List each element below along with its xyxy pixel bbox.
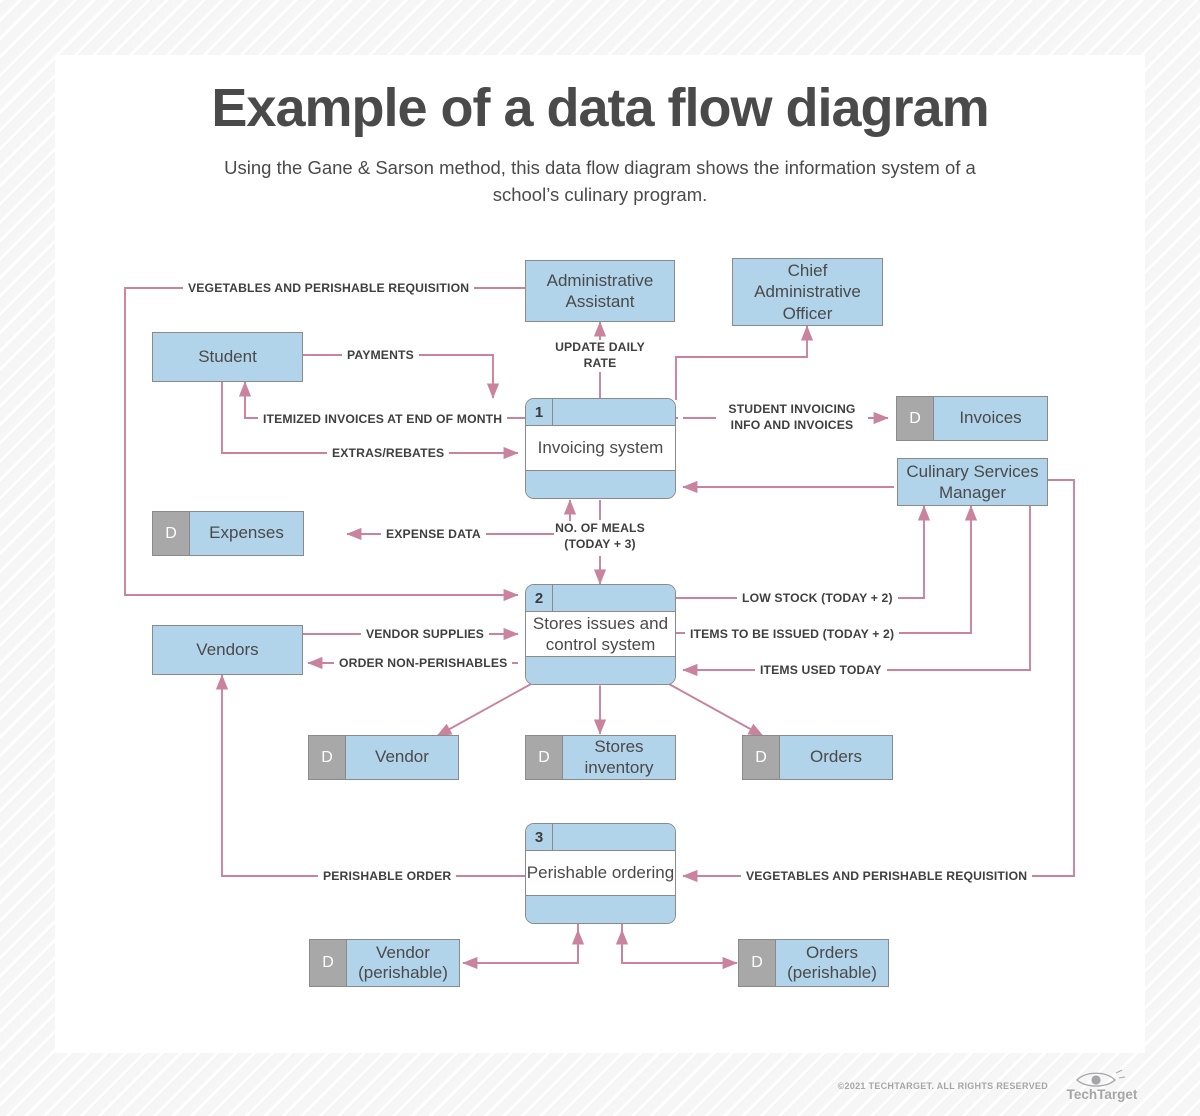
process-label: Invoicing system	[537, 438, 664, 458]
process-stores-issues-and-control-system[interactable]: 2 Stores issues and control system	[525, 584, 676, 685]
datastore-vendor[interactable]: D Vendor	[308, 735, 459, 780]
flow-label-vegetables-perishable-requisition-top: VEGETABLES AND PERISHABLE REQUISITION	[183, 281, 475, 297]
process-footer	[526, 656, 675, 684]
entity-culinary-services-manager[interactable]: Culinary Services Manager	[897, 458, 1048, 506]
process-header: 2	[526, 585, 675, 612]
entity-label: Vendors	[196, 640, 259, 660]
datastore-marker: D	[310, 940, 347, 986]
techtarget-logo: TechTarget	[1067, 1069, 1138, 1102]
process-number: 1	[526, 399, 553, 425]
process-footer	[526, 470, 675, 498]
entity-label: Administrative Assistant	[546, 270, 654, 311]
process-header: 1	[526, 399, 675, 426]
flow-label-no-of-meals: NO. OF MEALS (TODAY + 3)	[554, 521, 646, 553]
flow-label-vendor-supplies: VENDOR SUPPLIES	[361, 627, 490, 643]
datastore-label: Stores inventory	[563, 736, 675, 779]
process-number: 2	[526, 585, 553, 611]
datastore-label: Vendor	[346, 736, 458, 779]
datastore-marker: D	[526, 736, 563, 779]
flow-label-student-invoicing-info: STUDENT INVOICING INFO AND INVOICES	[716, 402, 868, 434]
flow-connectors	[124, 287, 1075, 970]
diagram-canvas: Example of a data flow diagram Using the…	[0, 0, 1200, 1116]
entity-chief-administrative-officer[interactable]: Chief Administrative Officer	[732, 258, 883, 326]
entity-student[interactable]: Student	[152, 332, 303, 382]
process-header: 3	[526, 824, 675, 851]
datastore-expenses[interactable]: D Expenses	[152, 511, 304, 556]
datastore-label: Invoices	[934, 397, 1047, 440]
flow-label-items-to-be-issued: ITEMS TO BE ISSUED (TODAY + 2)	[685, 627, 900, 643]
datastore-marker: D	[309, 736, 346, 779]
process-invoicing-system[interactable]: 1 Invoicing system	[525, 398, 676, 499]
process-footer	[526, 895, 675, 923]
entity-administrative-assistant[interactable]: Administrative Assistant	[525, 260, 675, 322]
flow-label-vegetables-perishable-requisition-bottom: VEGETABLES AND PERISHABLE REQUISITION	[741, 869, 1033, 885]
flow-label-itemized-invoices: ITEMIZED INVOICES AT END OF MONTH	[258, 412, 508, 428]
datastore-marker: D	[153, 512, 190, 555]
datastore-vendor-perishable[interactable]: D Vendor (perishable)	[309, 939, 460, 987]
flow-label-expense-data: EXPENSE DATA	[381, 527, 486, 543]
flow-label-items-used-today: ITEMS USED TODAY	[755, 663, 887, 679]
datastore-orders[interactable]: D Orders	[742, 735, 893, 780]
process-label: Perishable ordering	[526, 863, 675, 883]
flow-label-payments: PAYMENTS	[342, 348, 419, 364]
techtarget-wordmark: TechTarget	[1067, 1087, 1138, 1102]
datastore-marker: D	[739, 940, 776, 986]
datastore-label: Vendor (perishable)	[347, 940, 459, 986]
flow-label-update-daily-rate: UPDATE DAILY RATE	[554, 340, 646, 372]
process-label: Stores issues and control system	[532, 613, 669, 654]
entity-vendors[interactable]: Vendors	[152, 625, 303, 675]
datastore-marker: D	[897, 397, 934, 440]
datastore-stores-inventory[interactable]: D Stores inventory	[525, 735, 676, 780]
flow-label-perishable-order: PERISHABLE ORDER	[318, 869, 457, 885]
process-number: 3	[526, 824, 553, 850]
datastore-marker: D	[743, 736, 780, 779]
datastore-invoices[interactable]: D Invoices	[896, 396, 1048, 441]
flow-label-low-stock: LOW STOCK (TODAY + 2)	[737, 591, 898, 607]
datastore-label: Orders	[780, 736, 892, 779]
copyright-text: ©2021 TECHTARGET. ALL RIGHTS RESERVED	[837, 1081, 1048, 1091]
flow-label-order-non-perishables: ORDER NON-PERISHABLES	[334, 656, 513, 672]
entity-label: Culinary Services Manager	[906, 461, 1039, 502]
datastore-label: Orders (perishable)	[776, 940, 888, 986]
entity-label: Student	[198, 347, 257, 367]
flow-label-extras-rebates: EXTRAS/REBATES	[327, 446, 450, 462]
process-perishable-ordering[interactable]: 3 Perishable ordering	[525, 823, 676, 924]
datastore-label: Expenses	[190, 512, 303, 555]
entity-label: Chief Administrative Officer	[754, 261, 861, 323]
datastore-orders-perishable[interactable]: D Orders (perishable)	[738, 939, 889, 987]
